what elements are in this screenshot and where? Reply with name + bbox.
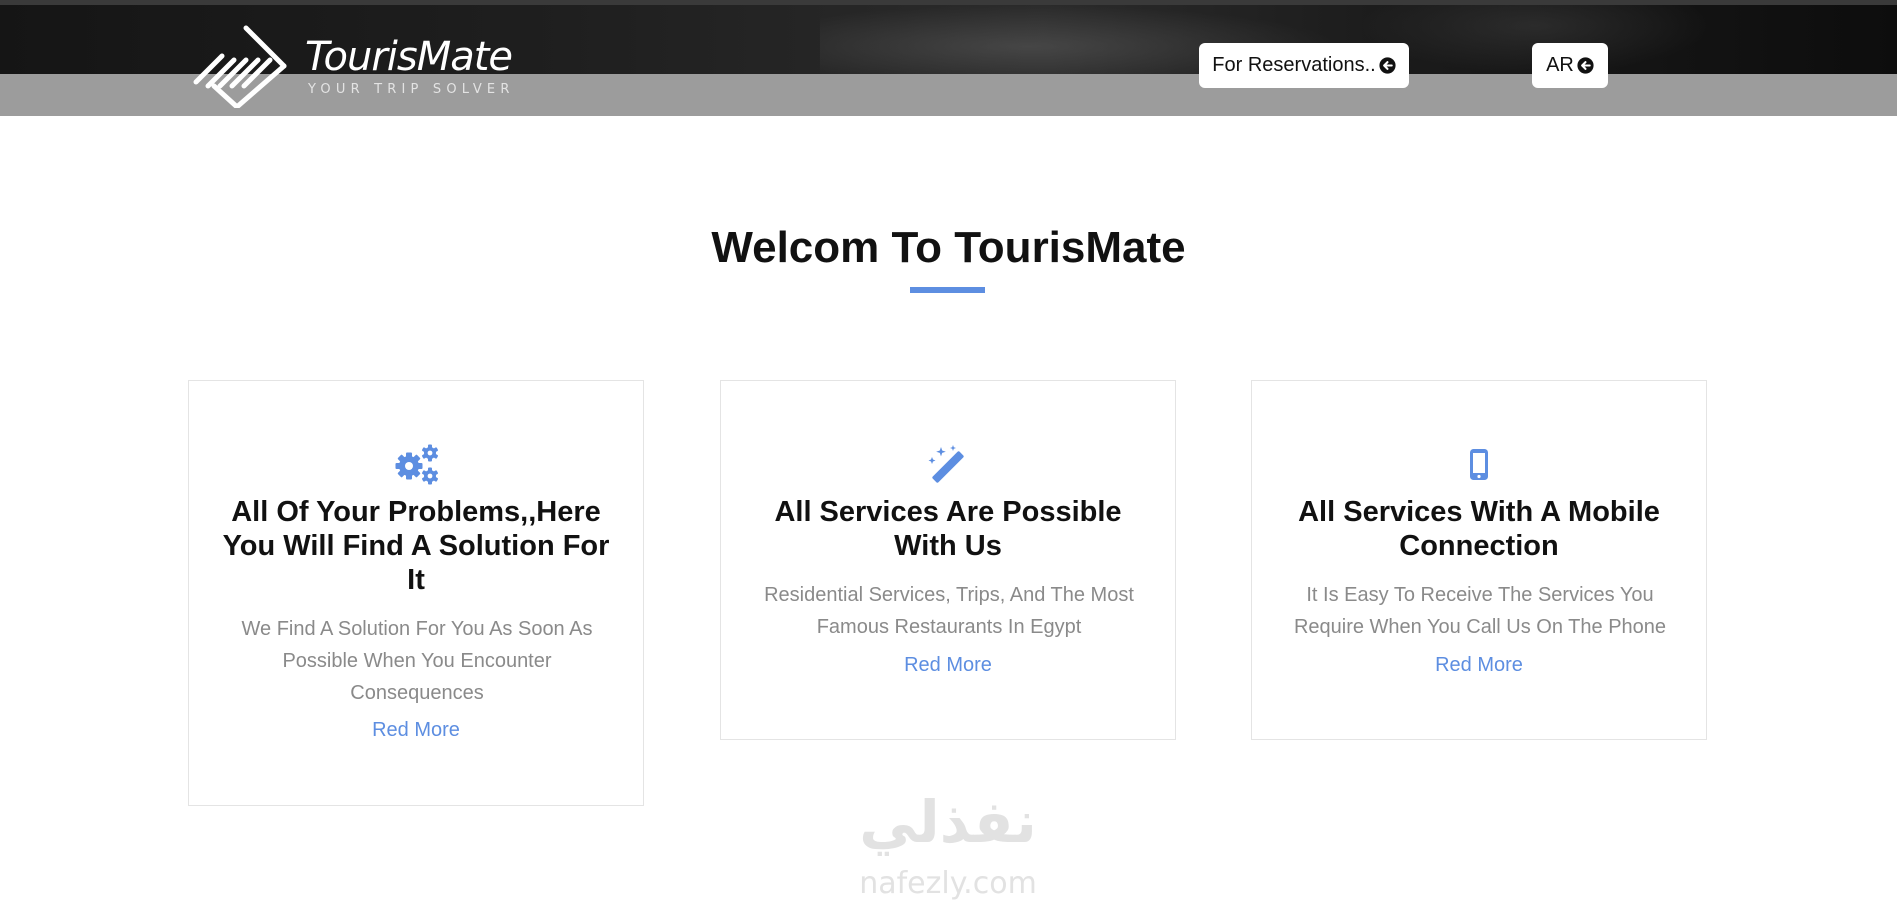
page-title: Welcom To TourisMate: [711, 223, 1186, 272]
watermark: نفذلي nafezly.com: [838, 788, 1058, 902]
feature-card-services: All Services Are Possible With Us Reside…: [720, 380, 1176, 740]
arrow-left-circle-icon: [1577, 57, 1594, 74]
page: TourisMate YOUR TRIP SOLVER For Reservat…: [0, 0, 1897, 902]
mobile-phone-icon: [1252, 443, 1706, 485]
arrow-left-circle-icon: [1379, 57, 1396, 74]
language-button-label: AR: [1546, 54, 1574, 76]
feature-card-solutions: All Of Your Problems,,Here You Will Find…: [188, 380, 644, 806]
reservations-button[interactable]: For Reservations..: [1199, 43, 1409, 88]
site-logo[interactable]: TourisMate YOUR TRIP SOLVER: [192, 24, 513, 108]
card-description: We Find A Solution For You As Soon As Po…: [241, 618, 593, 704]
card-title: All Services Are Possible With Us: [774, 496, 1122, 562]
watermark-latin: nafezly.com: [859, 866, 1037, 901]
title-underline: [910, 287, 985, 293]
card-description: Residential Services, Trips, And The Mos…: [764, 584, 1134, 638]
logo-tagline: YOUR TRIP SOLVER: [308, 82, 515, 97]
diagonal-stripes-arrow-icon: [193, 25, 287, 108]
card-title: All Of Your Problems,,Here You Will Find…: [222, 496, 610, 596]
logo-name: TourisMate: [305, 34, 513, 80]
watermark-arabic: نفذلي: [859, 788, 1037, 856]
read-more-link[interactable]: Red More: [189, 719, 643, 742]
magic-wand-icon: [721, 443, 1175, 485]
feature-card-mobile: All Services With A Mobile Connection It…: [1251, 380, 1707, 740]
card-description: It Is Easy To Receive The Services You R…: [1293, 584, 1667, 638]
gears-icon: [189, 443, 643, 485]
read-more-link[interactable]: Red More: [1252, 654, 1706, 677]
language-switch-button[interactable]: AR: [1532, 43, 1608, 88]
read-more-link[interactable]: Red More: [721, 654, 1175, 677]
card-title: All Services With A Mobile Connection: [1298, 496, 1660, 562]
reservations-button-label: For Reservations..: [1212, 54, 1376, 76]
